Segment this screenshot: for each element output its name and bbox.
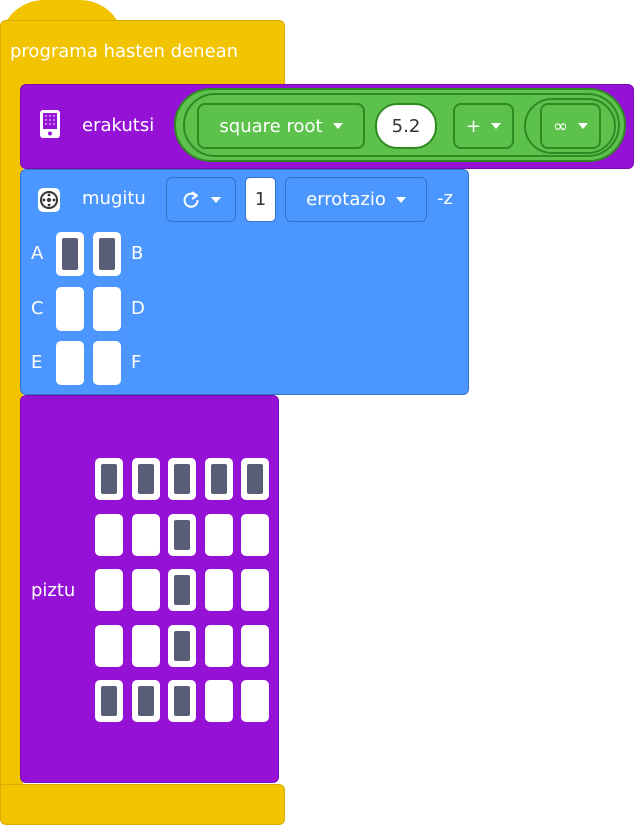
matrix-pixel-r3-c2[interactable] [131, 569, 160, 611]
motor-icon [37, 187, 61, 213]
operator-dropdown[interactable]: + [453, 103, 514, 149]
chevron-down-icon [395, 196, 406, 203]
constant-value: ∞ [553, 115, 568, 137]
matrix-pixel-r4-c5[interactable] [241, 624, 269, 667]
unit-value: errotazio [306, 189, 386, 210]
number-input[interactable]: 5.2 [375, 103, 437, 149]
port-f-toggle[interactable] [93, 341, 121, 385]
matrix-pixel-r1-c4[interactable] [204, 458, 233, 500]
matrix-pixel-r1-c5[interactable] [241, 458, 269, 500]
rotate-clockwise-icon [181, 190, 201, 210]
matrix-pixel-r5-c3[interactable] [168, 680, 196, 722]
matrix-pixel-r1-c1[interactable] [95, 458, 123, 500]
chevron-down-icon [332, 123, 343, 129]
port-label-e: E [31, 352, 43, 373]
unit-dropdown[interactable]: errotazio [285, 177, 427, 222]
number-input-value: 5.2 [391, 115, 421, 137]
hub-display-icon [39, 109, 61, 139]
matrix-pixel-r4-c4[interactable] [204, 624, 233, 667]
led-matrix [95, 458, 269, 722]
matrix-pixel-r5-c4[interactable] [204, 680, 233, 722]
matrix-pixel-r1-c2[interactable] [131, 458, 160, 500]
port-a-toggle[interactable] [56, 232, 84, 276]
matrix-pixel-r4-c2[interactable] [131, 624, 160, 667]
port-label-b: B [131, 243, 144, 264]
matrix-pixel-r5-c5[interactable] [241, 680, 269, 722]
port-label-d: D [131, 298, 145, 319]
rotation-amount-value: 1 [254, 189, 267, 210]
matrix-pixel-r3-c3[interactable] [168, 569, 196, 611]
matrix-pixel-r1-c3[interactable] [168, 458, 196, 500]
rotation-amount-input[interactable]: 1 [245, 177, 276, 222]
math-function-dropdown[interactable]: square root [197, 103, 365, 149]
matrix-pixel-r3-c4[interactable] [204, 569, 233, 611]
matrix-pixel-r2-c5[interactable] [241, 513, 269, 556]
matrix-pixel-r5-c2[interactable] [131, 680, 160, 722]
chevron-down-icon [491, 123, 502, 129]
port-d-toggle[interactable] [93, 287, 121, 331]
display-label: erakutsi [82, 115, 155, 136]
chevron-down-icon [578, 123, 588, 129]
matrix-pixel-r2-c4[interactable] [204, 513, 233, 556]
port-c-toggle[interactable] [56, 287, 84, 331]
operator-value: + [465, 115, 482, 137]
light-label: piztu [31, 580, 76, 601]
matrix-pixel-r2-c2[interactable] [131, 513, 160, 556]
direction-dropdown[interactable] [166, 177, 236, 222]
move-label: mugitu [82, 188, 146, 209]
matrix-pixel-r3-c1[interactable] [95, 569, 123, 611]
port-label-f: F [131, 352, 142, 373]
matrix-pixel-r4-c1[interactable] [95, 624, 123, 667]
port-e-toggle[interactable] [56, 341, 84, 385]
axis-suffix: -z [437, 188, 453, 209]
chevron-down-icon [211, 196, 221, 203]
matrix-pixel-r3-c5[interactable] [241, 569, 269, 611]
port-b-toggle[interactable] [93, 232, 121, 276]
matrix-pixel-r5-c1[interactable] [95, 680, 123, 722]
c-block-foot[interactable] [0, 784, 285, 825]
matrix-pixel-r4-c3[interactable] [168, 624, 196, 667]
port-label-a: A [31, 243, 44, 264]
constant-dropdown[interactable]: ∞ [540, 103, 601, 149]
matrix-pixel-r2-c3[interactable] [168, 513, 196, 556]
port-label-c: C [31, 298, 44, 319]
matrix-pixel-r2-c1[interactable] [95, 513, 123, 556]
math-function-value: square root [219, 115, 323, 137]
hat-label: programa hasten denean [10, 41, 239, 62]
